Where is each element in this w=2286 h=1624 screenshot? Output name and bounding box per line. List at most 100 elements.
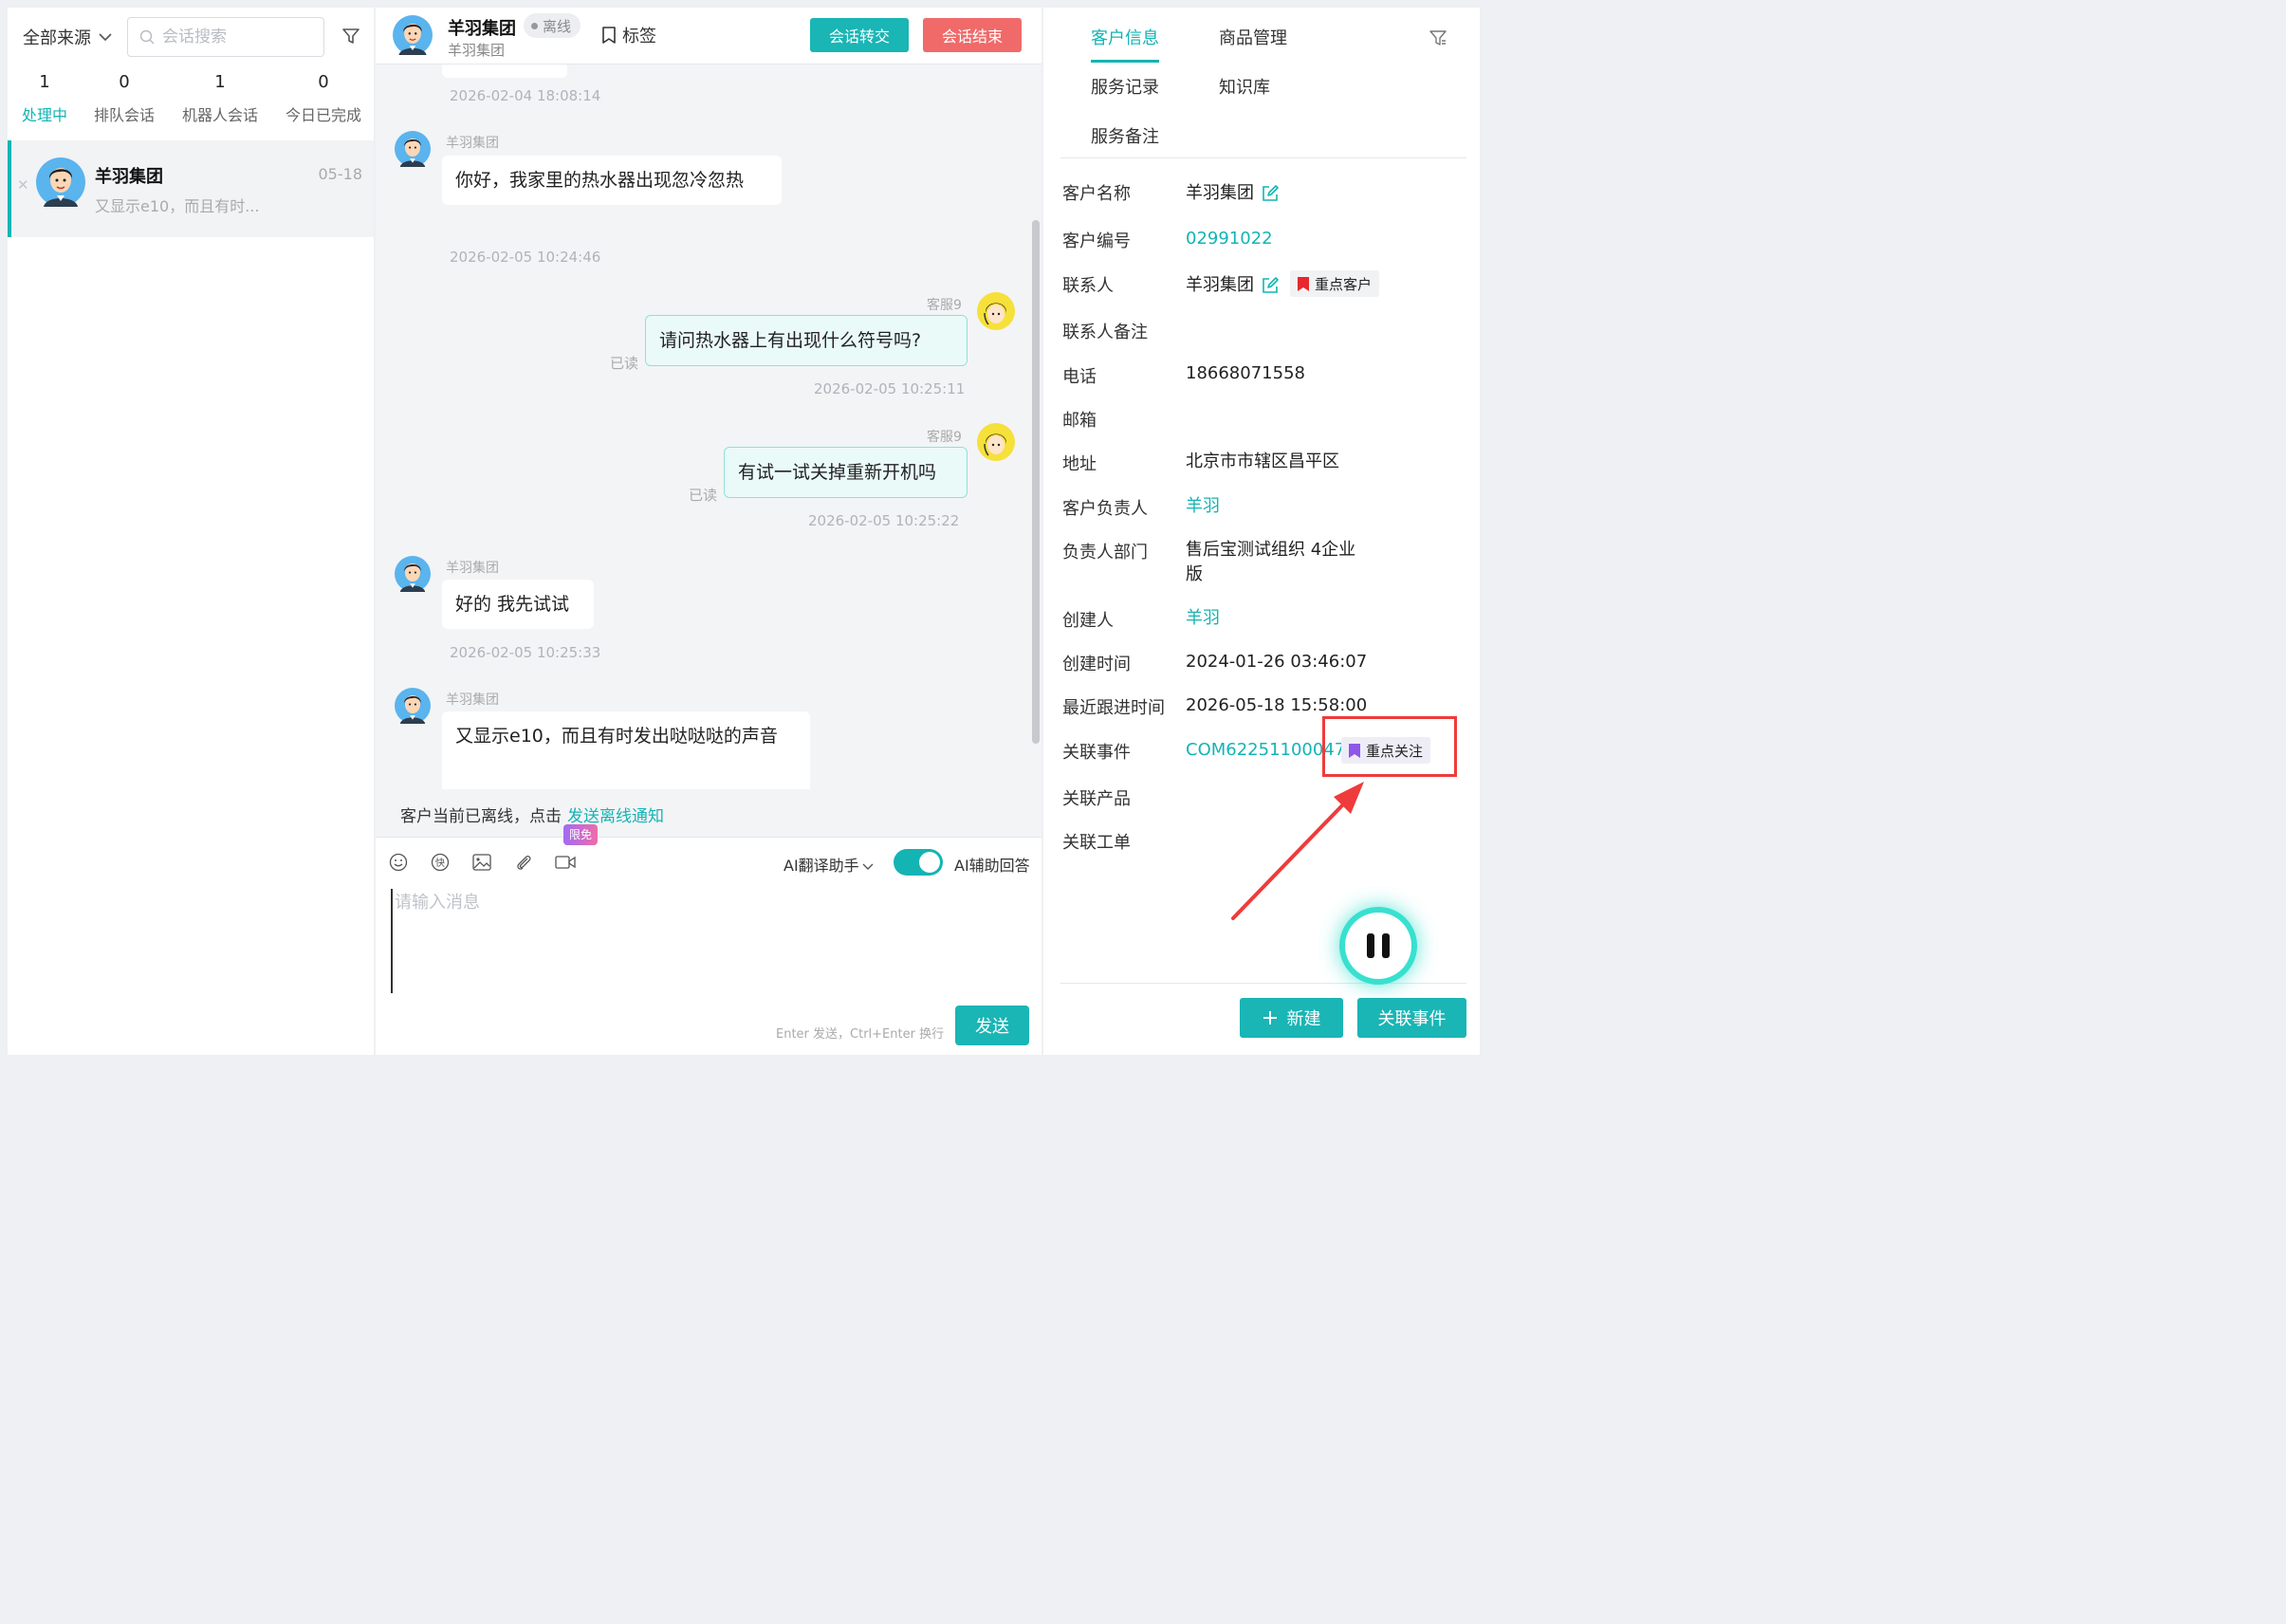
message-bubble: 好的 我先试试	[442, 580, 594, 629]
emoji-icon[interactable]	[387, 851, 410, 874]
field-label: 电话	[1062, 367, 1097, 387]
key-customer-tag: 重点客户	[1290, 270, 1380, 297]
svg-text:快: 快	[435, 858, 445, 869]
quick-reply-icon[interactable]: 快	[429, 851, 452, 874]
ai-translate-dropdown[interactable]: AI翻译助手	[784, 853, 874, 876]
plus-icon	[1263, 1011, 1277, 1024]
message-bubble: 又显示e10，而且有时发出哒哒哒的声音	[442, 711, 810, 789]
conversation-stats: 1 处理中 0 排队会话 1 机器人会话 0 今日已完成	[8, 72, 374, 152]
tab-product-management[interactable]: 商品管理	[1219, 25, 1287, 49]
video-icon[interactable]	[554, 851, 577, 874]
created-time-value: 2024-01-26 03:46:07	[1186, 652, 1368, 672]
end-session-button[interactable]: 会话结束	[923, 18, 1022, 52]
pause-floating-button[interactable]	[1345, 913, 1411, 979]
edit-icon[interactable]	[1262, 277, 1279, 294]
tag-label: 标签	[622, 27, 656, 46]
customer-name-value: 羊羽集团	[1186, 181, 1279, 206]
offline-notice-text: 客户当前已离线，点击	[400, 806, 562, 826]
status-dot	[531, 22, 538, 29]
agent-avatar	[977, 292, 1015, 330]
stat-count: 1	[39, 72, 50, 92]
message-time: 2026-02-05 10:25:33	[450, 644, 601, 661]
stat-label: 机器人会话	[181, 106, 258, 124]
field-label: 负责人部门	[1062, 543, 1148, 563]
creator-link[interactable]: 羊羽	[1186, 606, 1220, 631]
search-input[interactable]	[162, 28, 314, 46]
stat-count: 0	[318, 72, 329, 92]
image-icon[interactable]	[470, 851, 493, 874]
department-line: 版	[1186, 564, 1203, 584]
tab-customer-info[interactable]: 客户信息	[1091, 25, 1159, 63]
stat-label: 排队会话	[93, 106, 155, 124]
message-time: 2026-02-05 10:25:11	[814, 380, 966, 397]
message-time: 2026-02-05 10:25:22	[808, 512, 960, 529]
field-label: 联系人备注	[1062, 323, 1148, 342]
composer-toolbar: 快	[387, 851, 577, 874]
field-label: 创建时间	[1062, 655, 1131, 674]
divider	[1060, 157, 1466, 158]
status-text: 离线	[543, 17, 572, 35]
tab-robot[interactable]: 1 机器人会话	[167, 72, 273, 140]
source-dropdown[interactable]: 全部来源	[23, 25, 112, 49]
tab-processing[interactable]: 1 处理中	[8, 72, 82, 152]
link-event-button[interactable]: 关联事件	[1357, 998, 1466, 1038]
agent-avatar	[977, 423, 1015, 461]
tab-queue[interactable]: 0 排队会话	[82, 72, 167, 140]
message-sender: 羊羽集团	[446, 561, 499, 576]
conversation-item[interactable]: ✕ 羊羽集团 05-18 又显示e10，而且有时...	[8, 140, 374, 237]
source-label: 全部来源	[23, 28, 91, 48]
field-label: 客户编号	[1062, 231, 1131, 251]
key-customer-text: 重点客户	[1315, 275, 1373, 293]
message-sender: 羊羽集团	[446, 136, 499, 151]
message-time: 2026-02-05 10:24:46	[450, 249, 601, 266]
department-line: 售后宝测试组织 4企业	[1186, 540, 1356, 560]
message-sender: 羊羽集团	[446, 692, 499, 708]
conversation-preview: 又显示e10，而且有时...	[95, 197, 260, 215]
customer-avatar	[395, 131, 431, 167]
bookmark-icon	[602, 27, 616, 44]
message-input[interactable]	[391, 889, 1026, 993]
ai-translate-label: AI翻译助手	[784, 857, 859, 875]
new-label: 新建	[1286, 1009, 1321, 1029]
followup-time-value: 2026-05-18 15:58:00	[1186, 695, 1368, 715]
tab-service-records[interactable]: 服务记录	[1091, 74, 1159, 99]
message-list[interactable]: 2026-02-04 18:08:14 羊羽集团 你好，我家里的热水器出现忽冷忽…	[376, 65, 1042, 789]
annotation-highlight-box	[1322, 716, 1457, 777]
filter-icon[interactable]	[341, 27, 360, 46]
stat-count: 1	[214, 72, 226, 92]
offline-notice: 客户当前已离线，点击 发送离线通知	[387, 795, 1028, 833]
send-hint: Enter 发送，Ctrl+Enter 换行	[776, 1027, 945, 1042]
tab-knowledge-base[interactable]: 知识库	[1219, 74, 1270, 99]
stat-count: 0	[119, 72, 130, 92]
conversation-date: 05-18	[318, 165, 363, 183]
customer-avatar	[393, 15, 433, 55]
customer-number-link[interactable]: 02991022	[1186, 227, 1273, 251]
transfer-button[interactable]: 会话转交	[810, 18, 909, 52]
new-button[interactable]: 新建	[1240, 998, 1343, 1038]
field-label: 联系人	[1062, 276, 1114, 296]
message-composer: 快 限免 AI翻译助手 AI辅助回答 Enter 发送，Ctrl+Enter 换…	[376, 824, 1042, 1055]
tag-button[interactable]: 标签	[601, 23, 656, 47]
chat-scrollbar[interactable]	[1032, 220, 1040, 744]
customer-avatar	[36, 157, 85, 207]
conversation-search[interactable]	[127, 17, 324, 57]
free-badge: 限免	[563, 824, 599, 845]
field-label: 创建人	[1062, 611, 1114, 631]
send-offline-notice-link[interactable]: 发送离线通知	[567, 803, 664, 826]
customer-info-panel: 客户信息 商品管理 服务记录 知识库 服务备注 客户名称 羊羽集团 客户编号 0…	[1043, 8, 1480, 1055]
close-icon[interactable]: ✕	[17, 176, 29, 194]
tab-completed-today[interactable]: 0 今日已完成	[273, 72, 374, 140]
edit-icon[interactable]	[1262, 185, 1279, 202]
ai-assist-label: AI辅助回答	[954, 857, 1030, 875]
send-button[interactable]: 发送	[955, 1006, 1029, 1045]
search-icon	[139, 29, 155, 45]
owner-link[interactable]: 羊羽	[1186, 494, 1220, 519]
related-event-link[interactable]: COM62251100047	[1186, 738, 1345, 763]
filter-settings-icon[interactable]	[1429, 28, 1447, 47]
message-bubble: 你好，我家里的热水器出现忽冷忽热	[442, 156, 782, 205]
ai-assist-toggle[interactable]	[894, 849, 943, 876]
conversation-name: 羊羽集团	[95, 167, 163, 187]
tab-service-notes[interactable]: 服务备注	[1091, 123, 1159, 148]
attachment-icon[interactable]	[512, 851, 535, 874]
status-badge: 离线	[524, 13, 581, 38]
